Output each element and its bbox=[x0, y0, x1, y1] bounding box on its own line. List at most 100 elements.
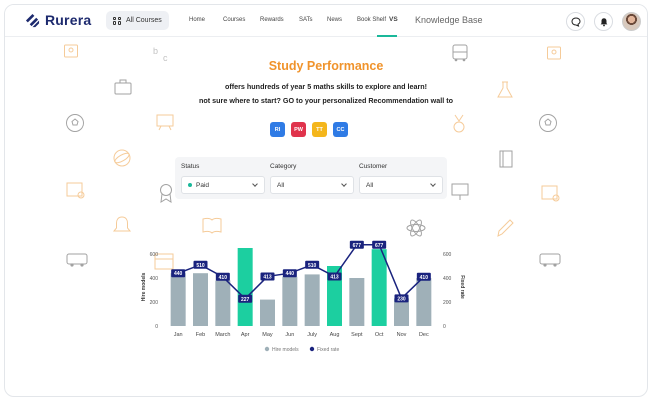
data-label: 227 bbox=[241, 297, 250, 303]
bar-may bbox=[260, 299, 275, 326]
data-label: 510 bbox=[308, 263, 317, 269]
bar-oct bbox=[371, 249, 387, 326]
data-label: 413 bbox=[263, 274, 272, 280]
globe-icon bbox=[113, 149, 131, 167]
nav-sats[interactable]: SATs bbox=[299, 17, 313, 23]
bell-icon bbox=[600, 17, 607, 26]
x-tick-label: May bbox=[262, 332, 273, 338]
user-avatar[interactable] bbox=[622, 12, 641, 31]
pencil-icon bbox=[497, 219, 514, 237]
data-label: 510 bbox=[196, 263, 205, 269]
data-label: 440 bbox=[174, 271, 183, 277]
notifications-button[interactable] bbox=[594, 12, 613, 31]
x-tick-label: March bbox=[215, 332, 230, 338]
chat-button[interactable] bbox=[566, 12, 585, 31]
award-badge-icon bbox=[160, 184, 172, 203]
active-nav-indicator bbox=[377, 35, 397, 37]
bar-nov bbox=[394, 298, 409, 326]
nav-rewards[interactable]: Rewards bbox=[260, 17, 284, 23]
data-label: 677 bbox=[353, 243, 362, 249]
study-performance-chart: 0 200 400 600 0 200 400 600 Hire models Fixed rat… bbox=[141, 240, 465, 353]
x-tick-label: Sept bbox=[351, 332, 363, 338]
data-label: 677 bbox=[375, 243, 384, 249]
status-select-value: Paid bbox=[196, 181, 210, 189]
all-courses-button[interactable]: All Courses bbox=[106, 11, 169, 30]
category-select[interactable]: All bbox=[270, 176, 354, 194]
medal-icon bbox=[453, 114, 465, 133]
legend-label: Fixed rate bbox=[317, 347, 339, 353]
category-filter-label: Category bbox=[270, 163, 297, 170]
legend-swatch-hire-models bbox=[264, 346, 270, 352]
bar-march bbox=[215, 280, 231, 326]
book-icon bbox=[499, 150, 513, 168]
bar-july bbox=[304, 274, 320, 326]
y-tick-label: 600 bbox=[150, 252, 159, 258]
presentation-board-icon bbox=[451, 183, 469, 200]
x-tick-label: Dec bbox=[419, 332, 429, 338]
x-tick-label: Aug bbox=[330, 332, 340, 338]
y-tick-label: 200 bbox=[150, 300, 159, 306]
bus-side-icon-right bbox=[539, 253, 561, 267]
page-title: Study Performance bbox=[268, 59, 384, 73]
customer-select-value: All bbox=[366, 181, 374, 189]
nav-news[interactable]: News bbox=[327, 17, 342, 23]
bell-decor-icon bbox=[112, 216, 132, 232]
x-tick-label: Jan bbox=[174, 332, 183, 338]
certificate-card-icon bbox=[66, 182, 85, 199]
nav-vs[interactable]: VS bbox=[389, 16, 398, 23]
bar-jan bbox=[170, 273, 186, 326]
nav-home[interactable]: Home bbox=[189, 17, 205, 23]
certificate-card-icon-right bbox=[541, 185, 560, 202]
chip-pw[interactable]: PW bbox=[291, 122, 306, 137]
y-axis-title: Hire models bbox=[141, 272, 147, 301]
certificate-icon bbox=[64, 44, 78, 58]
svg-text:b: b bbox=[153, 46, 158, 56]
y-tick-label: 0 bbox=[155, 324, 158, 330]
nav-book-shelf[interactable]: Book Shelf bbox=[357, 17, 386, 23]
legend-label: Hire models bbox=[272, 347, 299, 353]
category-select-value: All bbox=[277, 181, 285, 189]
status-dot-icon bbox=[188, 183, 192, 187]
all-courses-label: All Courses bbox=[126, 17, 162, 24]
data-label: 410 bbox=[219, 275, 228, 281]
data-label: 230 bbox=[397, 296, 406, 302]
status-select[interactable]: Paid bbox=[181, 176, 265, 194]
y2-axis-title: Fixed rate bbox=[459, 275, 465, 299]
chip-cc[interactable]: CC bbox=[333, 122, 348, 137]
x-tick-label: Apr bbox=[241, 332, 250, 338]
y2-tick-label: 400 bbox=[443, 276, 452, 282]
open-book-icon bbox=[202, 217, 222, 234]
nav-courses[interactable]: Courses bbox=[223, 17, 245, 23]
x-tick-label: Oct bbox=[375, 332, 384, 338]
y-tick-label: 400 bbox=[150, 276, 159, 282]
bar-feb bbox=[193, 273, 208, 326]
x-tick-label: Feb bbox=[196, 332, 205, 338]
data-label: 410 bbox=[420, 275, 429, 281]
chevron-down-icon bbox=[430, 181, 436, 187]
soccer-ball-icon bbox=[66, 114, 84, 132]
y2-tick-label: 600 bbox=[443, 252, 452, 258]
y2-tick-label: 200 bbox=[443, 300, 452, 306]
x-tick-label: Nov bbox=[397, 332, 407, 338]
y2-tick-label: 0 bbox=[443, 324, 446, 330]
bus-side-icon bbox=[66, 253, 88, 267]
nav-knowledge-base[interactable]: Knowledge Base bbox=[415, 15, 483, 25]
filters-panel: Status Paid Category All Customer All bbox=[175, 157, 447, 199]
brand-logo[interactable]: Rurera bbox=[25, 12, 91, 28]
chevron-down-icon bbox=[341, 181, 347, 187]
brand-name: Rurera bbox=[45, 12, 92, 28]
x-tick-label: July bbox=[307, 332, 317, 338]
data-label: 440 bbox=[286, 271, 295, 277]
bar-jun bbox=[282, 276, 298, 326]
bar-sept bbox=[349, 278, 365, 326]
x-tick-label: Jun bbox=[285, 332, 294, 338]
grid-icon bbox=[113, 16, 121, 25]
data-label: 413 bbox=[330, 274, 339, 280]
customer-select[interactable]: All bbox=[359, 176, 443, 194]
bar-dec bbox=[416, 278, 432, 326]
fixed-rate-line bbox=[177, 244, 425, 300]
chip-ri[interactable]: RI bbox=[270, 122, 285, 137]
chip-tt[interactable]: TT bbox=[312, 122, 327, 137]
rurera-logo-icon bbox=[25, 13, 40, 27]
chevron-down-icon bbox=[252, 181, 258, 187]
